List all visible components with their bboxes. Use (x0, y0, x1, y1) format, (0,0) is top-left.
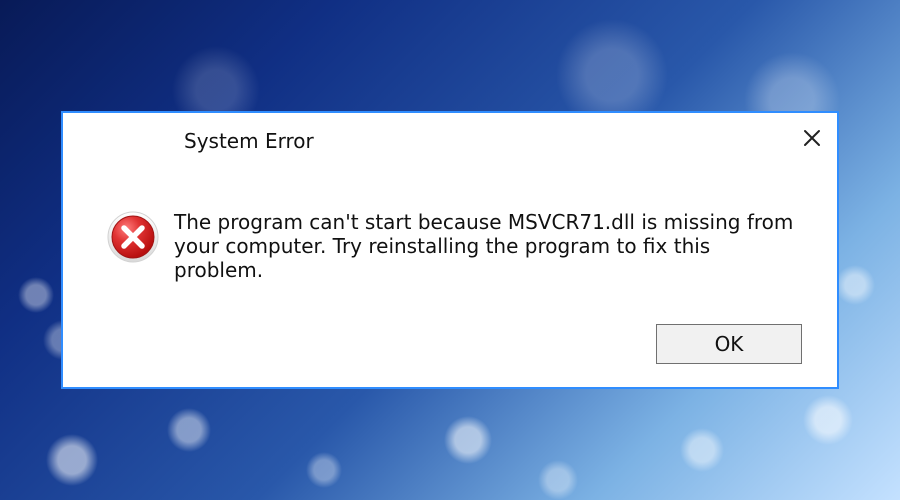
close-button[interactable] (801, 127, 823, 149)
close-icon (804, 130, 820, 146)
system-error-dialog: System Error The program can't start bec… (61, 111, 839, 389)
dialog-title: System Error (184, 129, 314, 153)
error-icon (106, 210, 160, 264)
ok-button[interactable]: OK (656, 324, 802, 364)
dialog-titlebar: System Error (63, 113, 837, 167)
error-message: The program can't start because MSVCR71.… (174, 210, 794, 282)
